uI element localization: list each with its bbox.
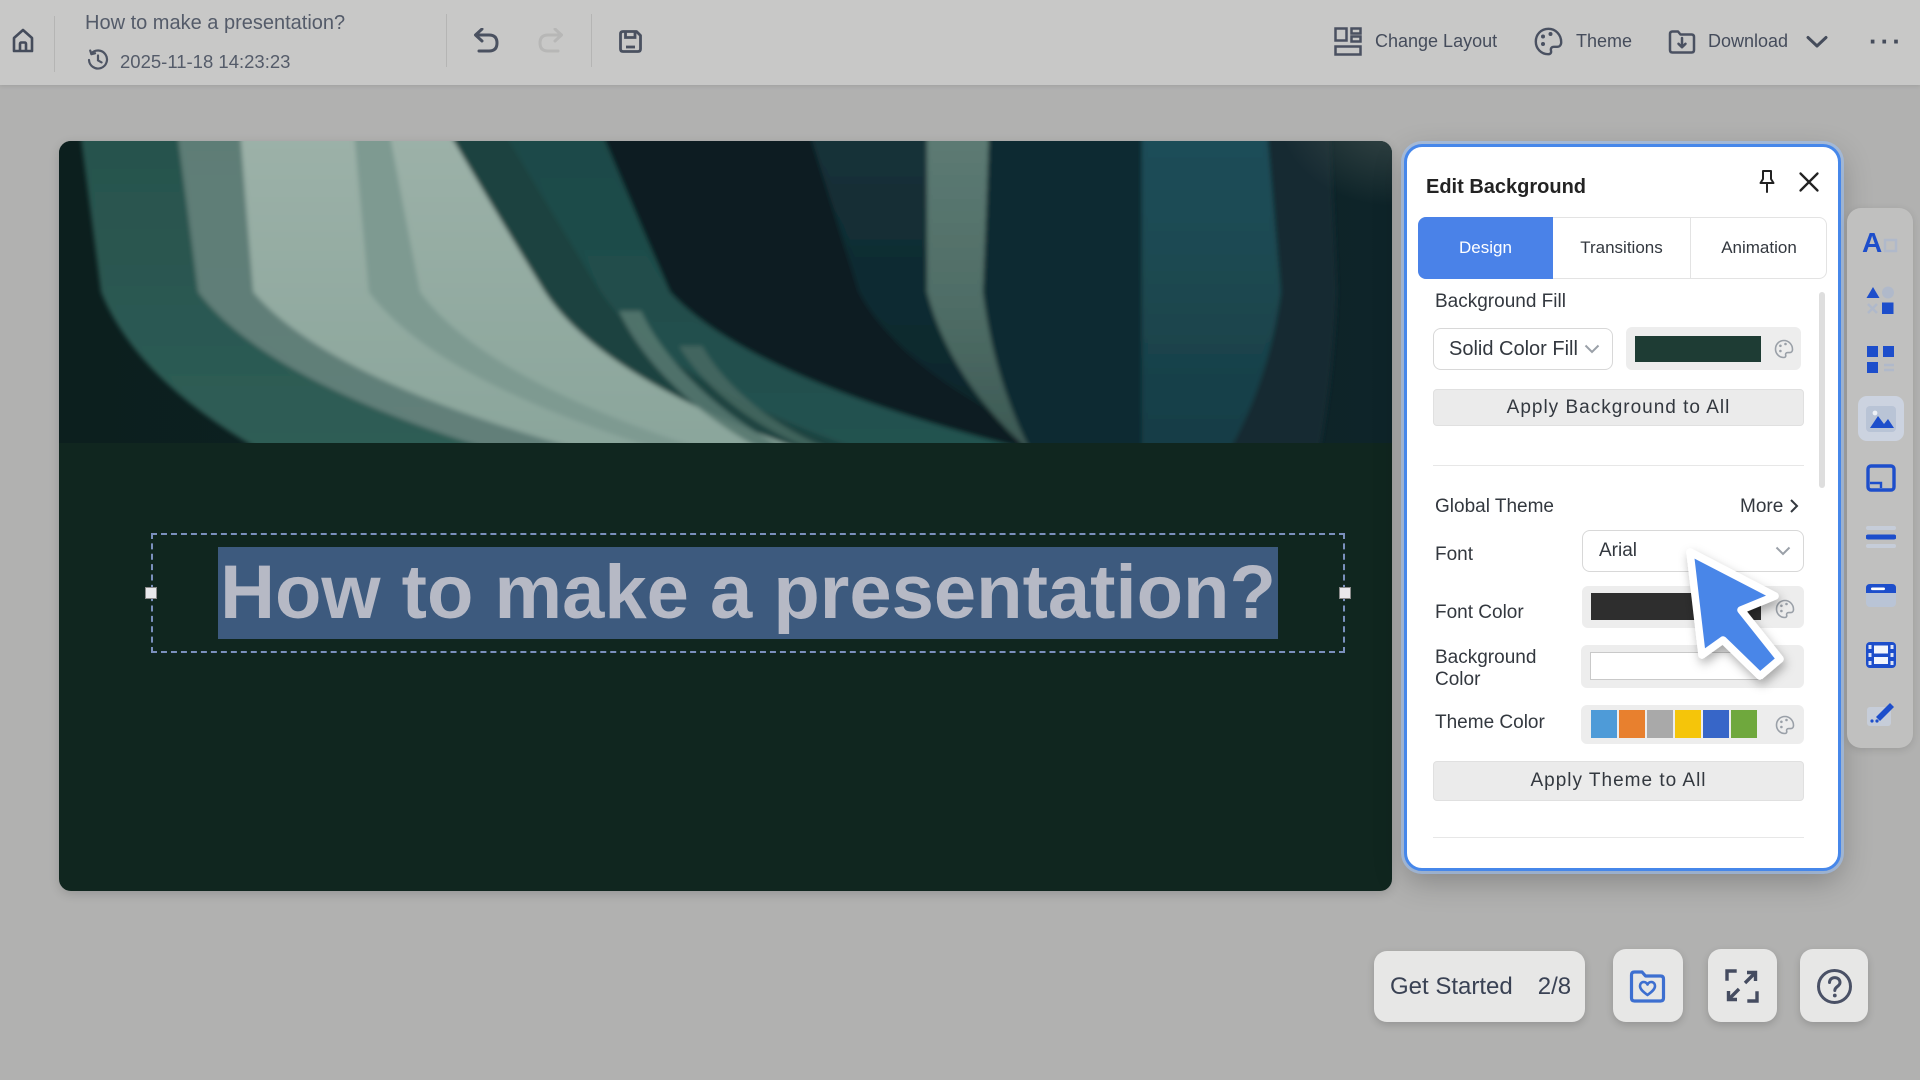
svg-text:A: A xyxy=(1862,228,1882,256)
